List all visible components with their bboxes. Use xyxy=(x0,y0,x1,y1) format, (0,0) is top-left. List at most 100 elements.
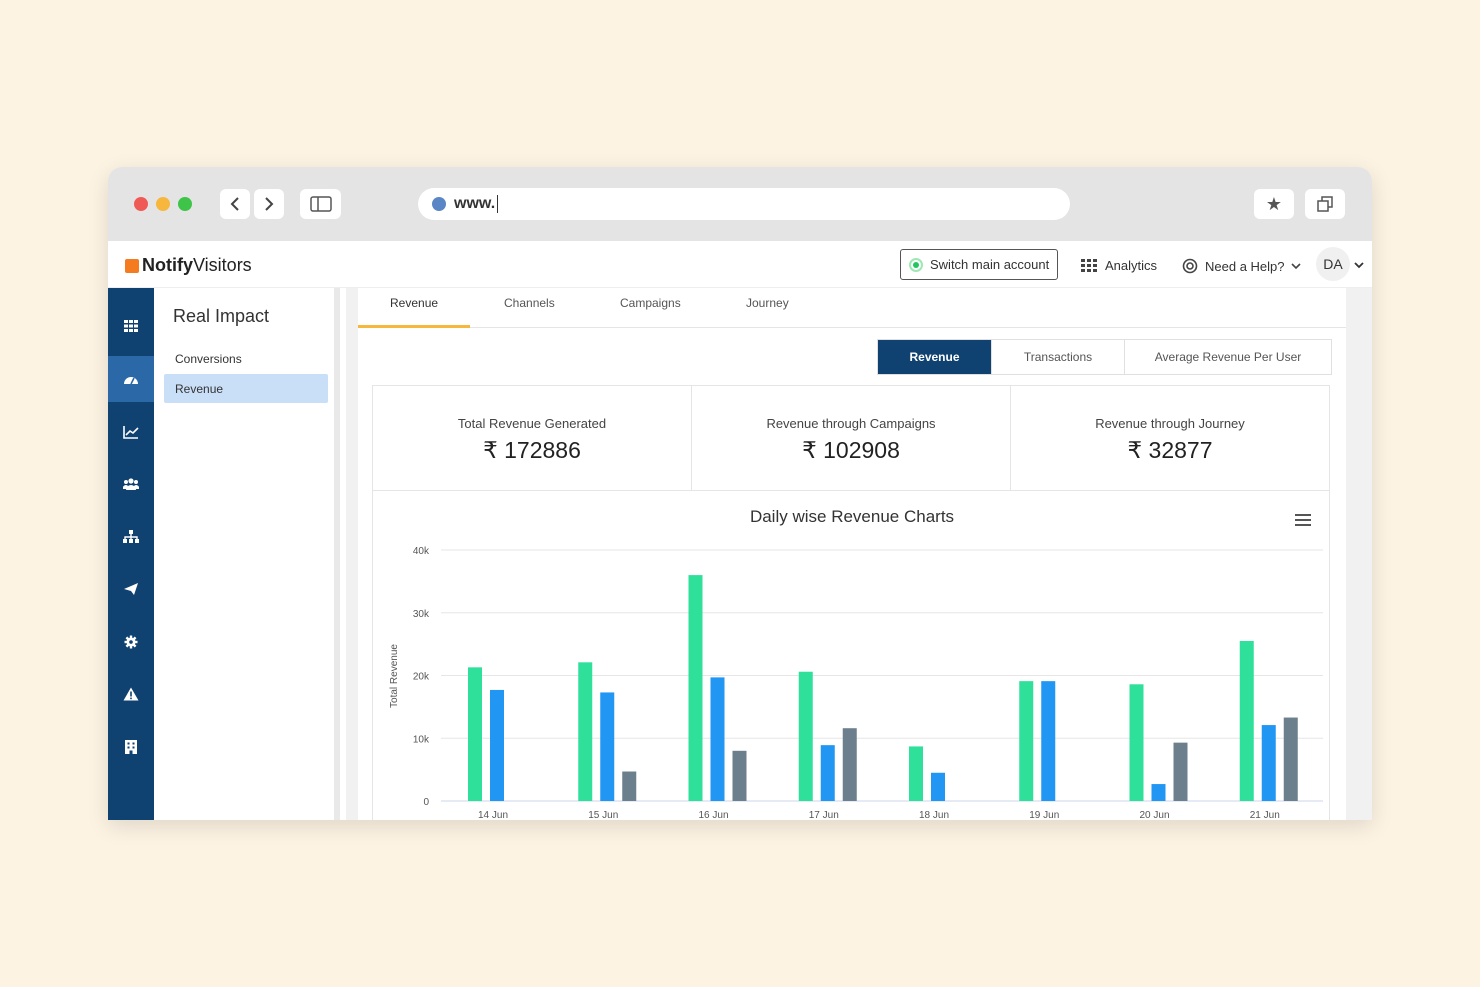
bar xyxy=(490,689,504,801)
tab-campaigns[interactable]: Campaigns xyxy=(620,296,681,310)
sidebar-item-label: Revenue xyxy=(175,381,224,396)
logo-text-bold: Notify xyxy=(142,255,193,275)
revenue-stats: Total Revenue Generated ₹ 172886 Revenue… xyxy=(372,385,1330,491)
y-axis-label: Total Revenue xyxy=(389,644,400,708)
switch-main-account-button[interactable]: Switch main account xyxy=(900,249,1058,280)
sidebar-toggle-button[interactable] xyxy=(300,189,341,219)
browser-window: www. ★ Notify Visitors Switch main accou… xyxy=(108,167,1372,820)
back-button[interactable] xyxy=(220,189,250,219)
bar xyxy=(468,667,482,801)
text-caret xyxy=(497,195,499,213)
bar xyxy=(1019,681,1034,801)
help-label: Need a Help? xyxy=(1205,258,1285,274)
building-icon xyxy=(125,740,137,754)
metric-toggle: Revenue Transactions Average Revenue Per… xyxy=(877,339,1332,375)
rail-campaigns[interactable] xyxy=(108,567,154,611)
lifebuoy-icon xyxy=(1182,258,1198,274)
sub-navigation: Real Impact Conversions Revenue xyxy=(154,288,340,820)
y-tick-label: 0 xyxy=(423,797,429,808)
bar xyxy=(931,772,945,801)
x-tick-label: 18 Jun xyxy=(919,810,949,820)
sitemap-icon xyxy=(123,530,139,543)
revenue-panel: Revenue Channels Campaigns Journey Reven… xyxy=(358,288,1346,820)
stat-journey-revenue: Revenue through Journey ₹ 32877 xyxy=(1011,386,1329,490)
user-avatar[interactable]: DA xyxy=(1316,247,1350,281)
send-icon xyxy=(124,583,138,595)
metric-revenue-button[interactable]: Revenue xyxy=(878,340,991,374)
stat-label: Revenue through Campaigns xyxy=(766,416,936,431)
logo-mark-icon xyxy=(125,258,139,273)
tabs-overview-button[interactable] xyxy=(1305,189,1345,219)
metric-arpu-button[interactable]: Average Revenue Per User xyxy=(1124,340,1331,374)
dashboard-icon xyxy=(124,377,138,385)
sidebar-icon xyxy=(309,196,332,212)
bar xyxy=(710,677,725,801)
rail-alerts[interactable] xyxy=(108,672,154,716)
rail-grid[interactable] xyxy=(108,304,154,348)
bar xyxy=(732,750,747,801)
switch-label: Switch main account xyxy=(930,257,1050,272)
star-icon: ★ xyxy=(1265,193,1283,214)
rail-users[interactable] xyxy=(108,462,154,506)
report-tabs: Revenue Channels Campaigns Journey xyxy=(358,288,1346,328)
bar xyxy=(1239,640,1254,801)
notifyvisitors-logo[interactable]: Notify Visitors xyxy=(125,255,252,276)
maximize-window-button[interactable] xyxy=(178,197,192,211)
line-chart-icon xyxy=(123,426,139,439)
app-header: Notify Visitors Switch main account Anal… xyxy=(108,241,1372,288)
rail-settings[interactable] xyxy=(108,620,154,664)
icon-rail xyxy=(108,288,154,820)
url-text: www. xyxy=(454,195,496,212)
bar xyxy=(1283,717,1298,801)
minimize-window-button[interactable] xyxy=(156,197,170,211)
x-tick-label: 15 Jun xyxy=(588,810,618,820)
sidebar-item-revenue[interactable]: Revenue xyxy=(164,374,328,403)
stat-label: Total Revenue Generated xyxy=(457,416,607,431)
forward-button[interactable] xyxy=(254,189,284,219)
bar xyxy=(622,771,637,801)
y-tick-label: 10k xyxy=(413,734,430,745)
tab-revenue[interactable]: Revenue xyxy=(390,296,438,310)
address-bar[interactable]: www. xyxy=(418,188,1070,220)
globe-icon xyxy=(432,197,446,211)
tab-channels[interactable]: Channels xyxy=(504,296,555,310)
revenue-chart-card: Daily wise Revenue Charts 0 10k 20k 30k 40k T… xyxy=(372,491,1330,820)
rail-analytics[interactable] xyxy=(108,410,154,454)
bar xyxy=(842,728,857,801)
analytics-label: Analytics xyxy=(1105,258,1158,273)
x-tick-label: 20 Jun xyxy=(1139,810,1169,820)
tab-journey[interactable]: Journey xyxy=(746,296,789,310)
rail-account[interactable] xyxy=(108,725,154,769)
sidebar-item-label: Conversions xyxy=(175,351,242,366)
users-icon xyxy=(123,478,139,490)
y-tick-label: 30k xyxy=(413,609,430,620)
stat-total-revenue: Total Revenue Generated ₹ 172886 xyxy=(373,386,692,490)
close-window-button[interactable] xyxy=(134,197,148,211)
bar xyxy=(909,746,923,801)
help-menu[interactable]: Need a Help? xyxy=(1182,258,1301,274)
bookmark-button[interactable]: ★ xyxy=(1254,189,1294,219)
rail-dashboard[interactable] xyxy=(108,356,154,402)
bar xyxy=(578,662,593,801)
bar xyxy=(600,692,615,801)
apps-grid-icon xyxy=(1081,258,1097,272)
rail-hierarchy[interactable] xyxy=(108,515,154,559)
metric-transactions-button[interactable]: Transactions xyxy=(991,340,1124,374)
grid-icon xyxy=(124,320,138,332)
bar xyxy=(820,745,835,801)
bar xyxy=(798,671,813,801)
alert-icon xyxy=(123,687,139,701)
stat-label: Revenue through Journey xyxy=(1095,416,1245,431)
x-tick-label: 16 Jun xyxy=(698,810,728,820)
stat-value: ₹ 172886 xyxy=(483,437,581,463)
main-content: Revenue Channels Campaigns Journey Reven… xyxy=(346,288,1372,820)
analytics-menu[interactable]: Analytics xyxy=(1081,258,1157,273)
user-menu-chevron-icon[interactable] xyxy=(1354,261,1364,269)
chevron-left-icon xyxy=(230,197,239,211)
bar xyxy=(1151,784,1166,801)
sidebar-item-conversions[interactable]: Conversions xyxy=(164,344,328,373)
y-tick-label: 20k xyxy=(413,672,430,683)
x-tick-label: 21 Jun xyxy=(1250,810,1280,820)
settings-icon xyxy=(124,635,138,649)
stat-value: ₹ 102908 xyxy=(802,437,900,463)
